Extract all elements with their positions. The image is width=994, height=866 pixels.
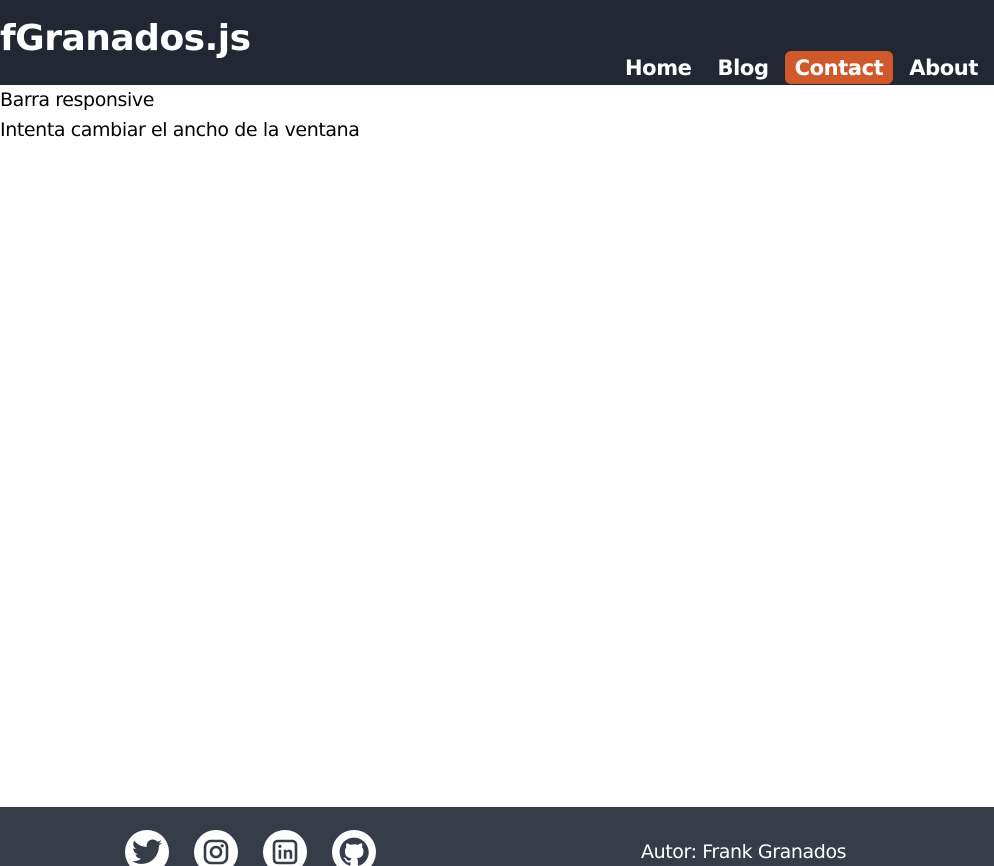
site-logo[interactable]: fGranados.js [0, 16, 251, 62]
instagram-link[interactable] [194, 830, 238, 866]
github-icon [339, 837, 369, 866]
linkedin-icon [272, 839, 298, 865]
author-credit: Autor: Frank Granados [641, 841, 847, 863]
page-heading: Barra responsive [0, 89, 155, 111]
social-links [125, 830, 376, 866]
main-nav: Home Blog Contact About [615, 51, 988, 84]
linkedin-link[interactable] [263, 830, 307, 866]
nav-item-contact[interactable]: Contact [784, 51, 894, 84]
page-description: Intenta cambiar el ancho de la ventana [0, 119, 360, 141]
instagram-icon [203, 839, 229, 865]
nav-item-blog[interactable]: Blog [708, 51, 779, 84]
top-navbar: fGranados.js Home Blog Contact About [0, 0, 994, 85]
footer: Autor: Frank Granados [0, 807, 994, 866]
nav-item-about[interactable]: About [899, 51, 988, 84]
github-link[interactable] [332, 830, 376, 866]
twitter-link[interactable] [125, 830, 169, 866]
nav-item-home[interactable]: Home [615, 51, 702, 84]
page: fGranados.js Home Blog Contact About Bar… [0, 0, 994, 866]
twitter-icon [132, 839, 162, 864]
main-content: Barra responsive Intenta cambiar el anch… [0, 85, 994, 145]
